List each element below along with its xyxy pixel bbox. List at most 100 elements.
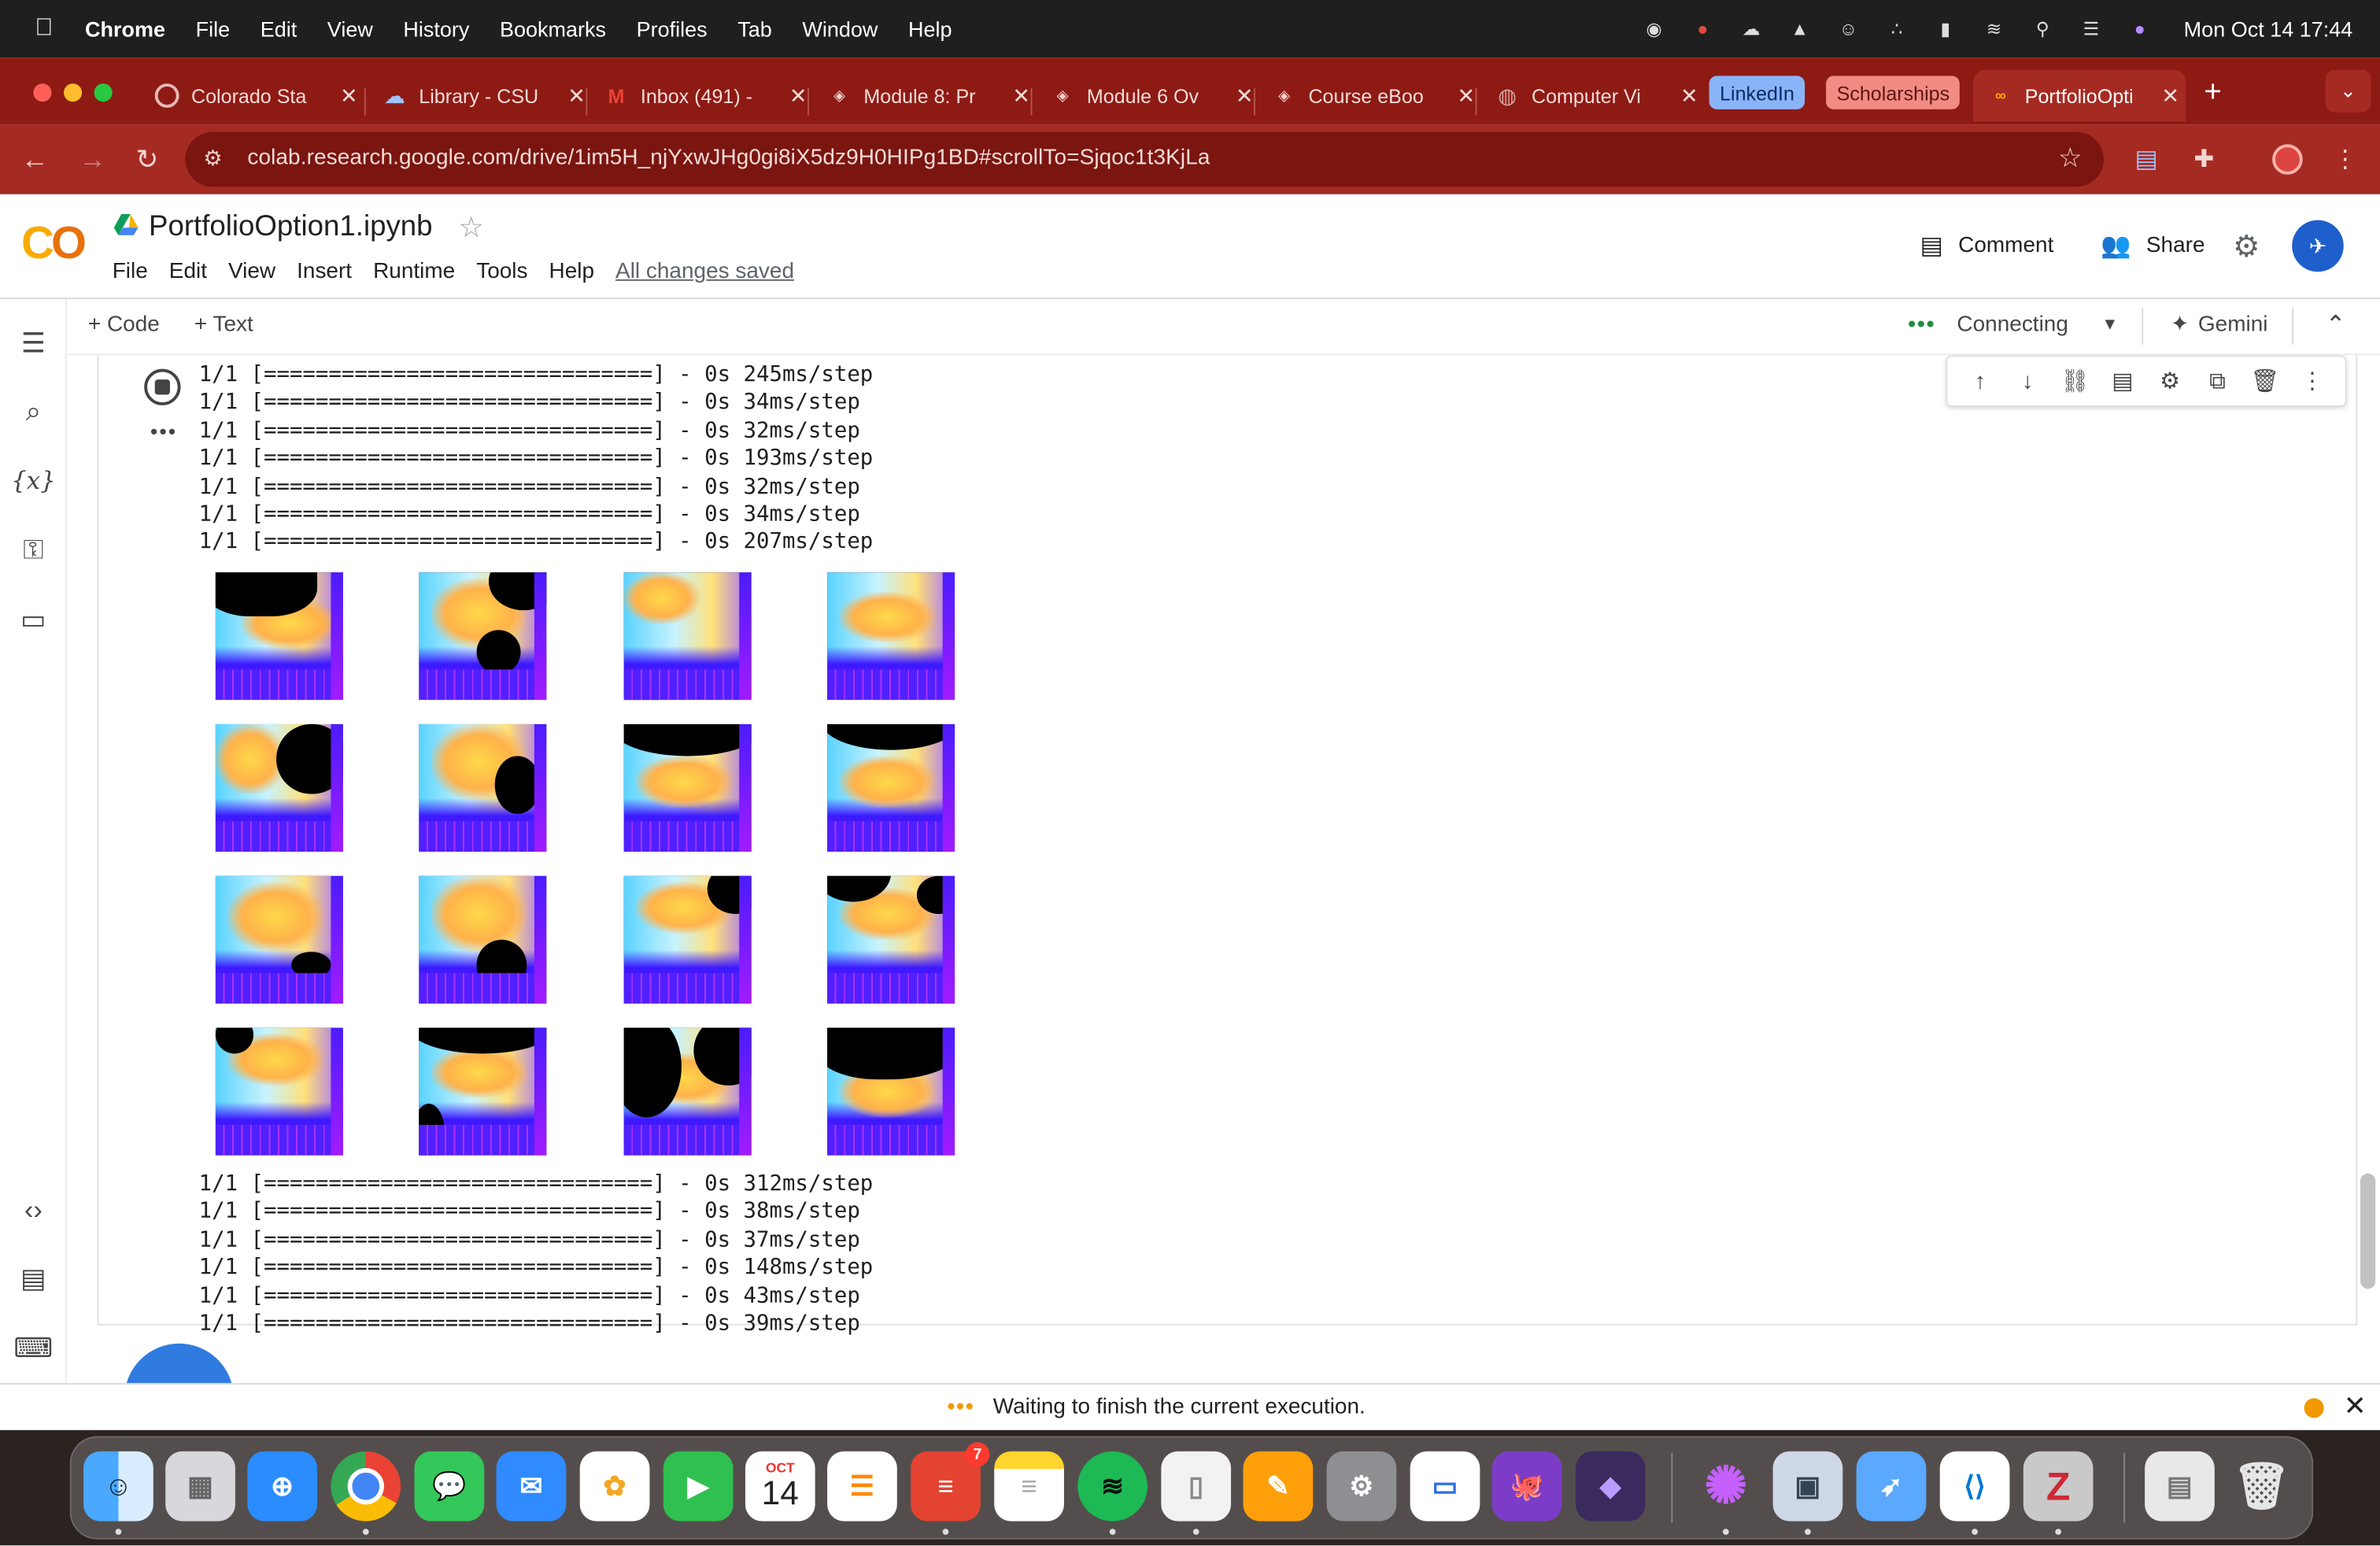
menubar-file[interactable]: File bbox=[196, 17, 231, 41]
globe-icon[interactable]: ◉ bbox=[1640, 18, 1668, 39]
menu-insert[interactable]: Insert bbox=[297, 260, 352, 284]
close-tab-icon[interactable]: ✕ bbox=[1012, 83, 1030, 109]
terminal-icon[interactable]: ⌨ bbox=[13, 1330, 53, 1366]
extension-status-icon[interactable]: ● bbox=[1689, 18, 1717, 39]
save-status-link[interactable]: All changes saved bbox=[615, 260, 794, 284]
safari-icon[interactable]: ⊕ bbox=[247, 1451, 318, 1522]
keynote-icon[interactable]: ▭ bbox=[1410, 1451, 1480, 1522]
daisy-app-icon[interactable]: ✺ bbox=[1691, 1452, 1761, 1522]
reminders-icon[interactable]: ☰ bbox=[827, 1451, 897, 1522]
tab-module-6[interactable]: ◈ Module 6 Ov ✕ bbox=[1051, 70, 1260, 122]
close-status-icon[interactable]: ✕ bbox=[2344, 1391, 2367, 1423]
close-window-button[interactable] bbox=[33, 83, 52, 102]
bookmark-star-icon[interactable]: ☆ bbox=[2058, 142, 2082, 175]
menu-view[interactable]: View bbox=[228, 260, 275, 284]
move-cell-up-icon[interactable]: ↑ bbox=[1965, 366, 1996, 397]
tab-module-8[interactable]: ◈ Module 8: Pr ✕ bbox=[827, 70, 1037, 122]
forward-arrow-icon[interactable]: → bbox=[76, 142, 109, 176]
menubar-history[interactable]: History bbox=[403, 17, 469, 41]
settings-gear-icon[interactable]: ⚙ bbox=[2233, 227, 2260, 265]
chrome-icon[interactable] bbox=[331, 1451, 401, 1522]
menubar-tab[interactable]: Tab bbox=[737, 17, 772, 41]
menubar-app-name[interactable]: Chrome bbox=[85, 17, 165, 41]
spotify-icon[interactable]: ≋ bbox=[1077, 1451, 1148, 1522]
mirror-cell-icon[interactable]: ⧉ bbox=[2202, 366, 2233, 397]
code-snippets-icon[interactable]: ‹› bbox=[15, 1192, 51, 1228]
collapse-header-icon[interactable]: ⌃ bbox=[2326, 309, 2346, 340]
vscode-icon[interactable]: ⟨⟩ bbox=[1939, 1451, 2010, 1522]
menubar-bookmarks[interactable]: Bookmarks bbox=[500, 17, 606, 41]
table-of-contents-icon[interactable]: ☰ bbox=[15, 325, 51, 361]
star-notebook-icon[interactable]: ☆ bbox=[458, 211, 484, 246]
swift-icon[interactable]: ➶ bbox=[1856, 1451, 1927, 1522]
github-desktop-icon[interactable]: 🐙 bbox=[1491, 1451, 1562, 1522]
menu-runtime[interactable]: Runtime bbox=[373, 260, 455, 284]
downloads-folder-icon[interactable]: ▤ bbox=[2145, 1451, 2215, 1522]
control-center-icon[interactable]: ☰ bbox=[2078, 18, 2105, 39]
tab-course-ebook[interactable]: ◈ Course eBoo ✕ bbox=[1272, 70, 1481, 122]
tab-colorado-state[interactable]: Colorado Sta ✕ bbox=[154, 70, 364, 122]
secrets-key-icon[interactable]: ⚿ bbox=[15, 531, 51, 568]
spotlight-search-icon[interactable]: ⚲ bbox=[2029, 18, 2057, 39]
document-extension-icon[interactable]: ▤ bbox=[2130, 142, 2163, 176]
cell-output-menu-icon[interactable]: ••• bbox=[150, 419, 177, 443]
cloud-icon[interactable]: ☁ bbox=[1738, 18, 1765, 39]
notes-icon[interactable]: ≡ bbox=[994, 1451, 1064, 1522]
drive-status-icon[interactable]: ▲ bbox=[1786, 18, 1813, 39]
settings-gear-icon[interactable]: ⚙ bbox=[2155, 366, 2186, 397]
address-bar[interactable]: ⚙ colab.research.google.com/drive/1im5H_… bbox=[185, 131, 2105, 187]
runtime-connection-button[interactable]: ••• Connecting ▼ bbox=[1908, 313, 2118, 337]
finder-icon[interactable]: ☺ bbox=[83, 1451, 153, 1522]
launchpad-icon[interactable]: ▦ bbox=[165, 1451, 235, 1522]
back-arrow-icon[interactable]: ← bbox=[18, 142, 51, 176]
menubar-window[interactable]: Window bbox=[802, 17, 878, 41]
variables-icon[interactable]: {x} bbox=[11, 461, 56, 497]
site-settings-icon[interactable]: ⚙ bbox=[203, 146, 222, 172]
reload-icon[interactable]: ↻ bbox=[131, 142, 164, 176]
apple-icon[interactable]:  bbox=[28, 15, 61, 43]
wifi-icon[interactable]: ≋ bbox=[1980, 18, 2008, 39]
code-cell-output[interactable]: ••• 1/1 [==============================]… bbox=[97, 355, 2358, 1336]
todoist-icon[interactable]: ≡ 7 bbox=[911, 1442, 990, 1522]
zotero-icon[interactable]: Z bbox=[2023, 1451, 2094, 1522]
move-cell-down-icon[interactable]: ↓ bbox=[2012, 366, 2043, 397]
comment-button[interactable]: ▤ Comment bbox=[1920, 231, 2054, 261]
pages-icon[interactable]: ✎ bbox=[1243, 1451, 1314, 1522]
more-options-icon[interactable]: ⋮ bbox=[2297, 366, 2328, 397]
menu-file[interactable]: File bbox=[113, 260, 148, 284]
delete-trash-icon[interactable]: 🗑 bbox=[2249, 366, 2280, 397]
maximize-window-button[interactable] bbox=[94, 83, 113, 102]
tab-inbox[interactable]: M Inbox (491) - ✕ bbox=[604, 70, 814, 122]
menubar-edit[interactable]: Edit bbox=[261, 17, 298, 41]
facetime-icon[interactable]: ▶ bbox=[663, 1451, 734, 1522]
search-icon[interactable]: ⌕ bbox=[15, 394, 51, 430]
tab-group-scholarships[interactable]: Scholarships bbox=[1826, 76, 1961, 109]
menubar-view[interactable]: View bbox=[327, 17, 373, 41]
mail-icon[interactable]: ✉ bbox=[496, 1451, 567, 1522]
stop-execution-button[interactable] bbox=[144, 368, 181, 405]
link-icon[interactable]: ⛓ bbox=[2060, 366, 2090, 397]
close-tab-icon[interactable]: ✕ bbox=[340, 83, 358, 109]
tab-group-linkedin[interactable]: LinkedIn bbox=[1709, 76, 1805, 109]
close-tab-icon[interactable]: ✕ bbox=[1457, 83, 1475, 109]
document-icon[interactable]: ▯ bbox=[1161, 1451, 1232, 1522]
system-settings-icon[interactable]: ⚙ bbox=[1326, 1451, 1397, 1522]
calendar-icon[interactable]: OCT 14 bbox=[745, 1451, 815, 1522]
preview-icon[interactable]: ▣ bbox=[1772, 1451, 1843, 1522]
profile-avatar-icon[interactable] bbox=[2271, 142, 2304, 176]
notebook-title[interactable]: PortfolioOption1.ipynb bbox=[149, 211, 433, 244]
menu-tools[interactable]: Tools bbox=[476, 260, 527, 284]
battery-icon[interactable]: ▮ bbox=[1932, 18, 1960, 39]
close-tab-icon[interactable]: ✕ bbox=[789, 83, 808, 109]
obsidian-icon[interactable]: ◆ bbox=[1575, 1451, 1646, 1522]
photos-icon[interactable]: ✿ bbox=[579, 1451, 650, 1522]
siri-icon[interactable]: ● bbox=[2126, 18, 2153, 39]
google-drive-icon[interactable] bbox=[113, 213, 139, 235]
menubar-clock[interactable]: Mon Oct 14 17:44 bbox=[2184, 17, 2353, 41]
tab-portfolio-option[interactable]: ∞ PortfolioOpti ✕ bbox=[1973, 69, 2186, 122]
account-avatar[interactable]: ✈ bbox=[2292, 220, 2344, 272]
close-tab-icon[interactable]: ✕ bbox=[2161, 83, 2179, 109]
tab-computer-vision[interactable]: ◍ Computer Vi ✕ bbox=[1495, 70, 1705, 122]
share-button[interactable]: 👥 Share bbox=[2101, 231, 2204, 261]
messages-icon[interactable]: 💬 bbox=[414, 1451, 485, 1522]
